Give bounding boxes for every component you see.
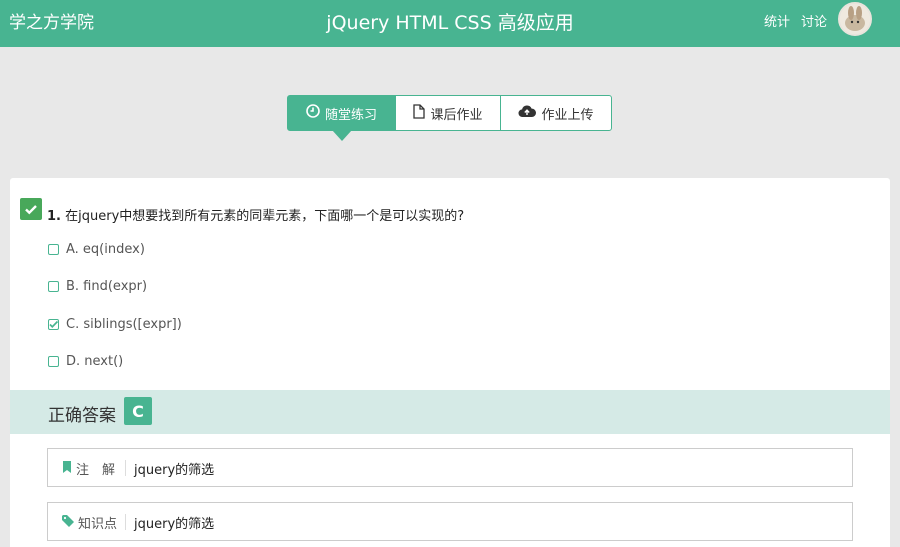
cloud-upload-icon: [518, 104, 537, 122]
knowledge-point-box: 知识点 jquery的筛选: [47, 502, 853, 541]
checkbox-icon: [48, 281, 59, 292]
question-text: 1. 在jquery中想要找到所有元素的同辈元素，下面哪一个是可以实现的?: [47, 205, 464, 224]
tab-practice[interactable]: 随堂练习: [288, 96, 396, 141]
divider: [125, 460, 126, 476]
tab-upload-label: 作业上传: [541, 107, 594, 123]
option-d[interactable]: D. next(): [48, 354, 123, 369]
nav-stats-link[interactable]: 统计: [764, 11, 790, 30]
nav-discuss-link[interactable]: 讨论: [801, 11, 827, 30]
tab-homework[interactable]: 课后作业: [396, 96, 501, 130]
tab-upload[interactable]: 作业上传: [501, 96, 611, 130]
correct-answer-bar: 正确答案 C: [10, 390, 890, 434]
checked-checkbox-icon: [48, 319, 59, 330]
annotation-label: 注 解: [62, 459, 115, 478]
correct-answer-label: 正确答案: [48, 406, 116, 426]
tag-icon: [62, 514, 74, 531]
question-card: 1. 在jquery中想要找到所有元素的同辈元素，下面哪一个是可以实现的? A.…: [10, 178, 890, 547]
option-b[interactable]: B. find(expr): [48, 279, 147, 294]
tab-homework-label: 课后作业: [430, 107, 483, 123]
annotation-value: jquery的筛选: [134, 463, 215, 478]
bookmark-icon: [62, 460, 72, 477]
file-icon: [413, 103, 426, 123]
option-a[interactable]: A. eq(index): [48, 242, 145, 257]
correct-answer-badge: C: [124, 397, 152, 425]
option-c[interactable]: C. siblings([expr]): [48, 317, 182, 332]
answered-check-icon: [20, 198, 42, 220]
top-header: 学之方学院 jQuery HTML CSS 高级应用 统计 讨论: [0, 0, 900, 47]
option-label: A. eq(index): [66, 242, 145, 257]
tab-practice-label: 随堂练习: [324, 107, 377, 123]
divider: [125, 514, 126, 530]
option-label: B. find(expr): [66, 279, 148, 294]
annotation-box: 注 解 jquery的筛选: [47, 448, 853, 487]
question-stem: 在jquery中想要找到所有元素的同辈元素，下面哪一个是可以实现的?: [65, 209, 465, 224]
clock-icon: [306, 104, 320, 122]
avatar[interactable]: [838, 2, 872, 36]
exercise-tabs: 随堂练习 课后作业 作业上传: [287, 95, 612, 141]
option-label: D. next(): [66, 354, 124, 369]
knowledge-point-label: 知识点: [62, 513, 117, 532]
checkbox-icon: [48, 356, 59, 367]
annotation-label-text: 注 解: [76, 463, 116, 478]
option-label: C. siblings([expr]): [66, 317, 182, 332]
knowledge-point-label-text: 知识点: [78, 517, 118, 532]
question-number: 1.: [47, 209, 61, 224]
knowledge-point-value: jquery的筛选: [134, 517, 215, 532]
checkbox-icon: [48, 244, 59, 255]
